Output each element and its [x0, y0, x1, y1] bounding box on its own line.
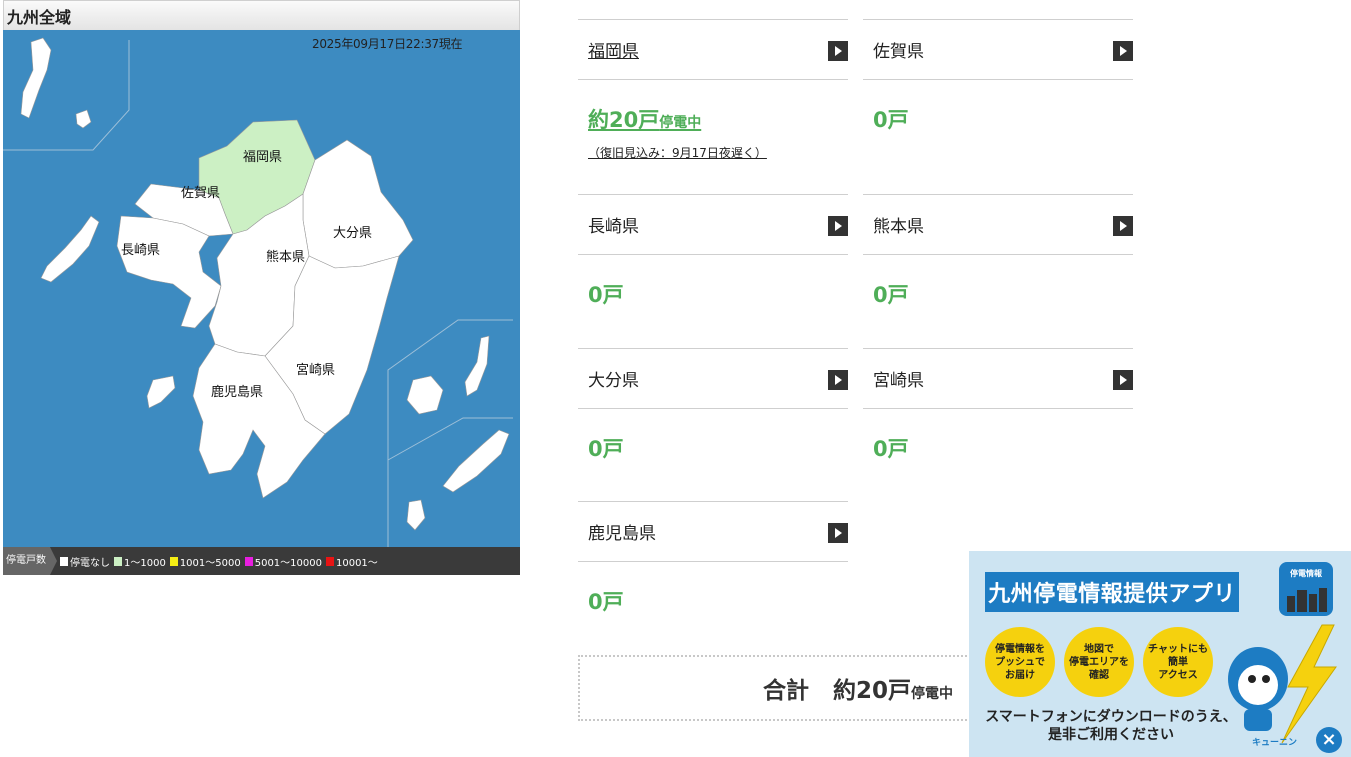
map-label-saga[interactable]: 佐賀県 [181, 182, 220, 201]
legend-item-10001-plus: 10001～ [325, 554, 378, 569]
tanegashima-island [464, 335, 490, 397]
pref-card-header[interactable]: 宮崎県 [863, 348, 1133, 409]
map-timestamp: 2025年09月17日22:37現在 [312, 37, 463, 51]
total-label: 合計 [762, 678, 809, 704]
pref-card-header[interactable]: 大分県 [578, 348, 848, 409]
pref-name-link[interactable]: 福岡県 [588, 37, 639, 62]
outage-count: 0戸 [588, 590, 624, 614]
pref-card-nagasaki: 長崎県 0戸 [578, 194, 848, 309]
feature-map-bubble: 地図で 停電エリアを 確認 [1064, 627, 1134, 697]
pref-card-header[interactable]: 長崎県 [578, 194, 848, 255]
pref-name[interactable]: 長崎県 [588, 212, 639, 237]
outage-count: 0戸 [588, 283, 624, 307]
play-arrow-icon[interactable] [1113, 215, 1133, 236]
yakushima-island [406, 375, 444, 415]
pref-card-fukuoka: 福岡県 約20戸停電中 （復旧見込み：9月17日夜遅く） [578, 19, 848, 161]
feature-chat-bubble: チャットにも 簡単 アクセス [1143, 627, 1213, 697]
goto-islands [40, 215, 100, 283]
pref-card-header[interactable]: 熊本県 [863, 194, 1133, 255]
legend-item-5001-10000: 5001～10000 [244, 554, 322, 569]
tokunoshima-island [406, 499, 426, 531]
pref-name[interactable]: 佐賀県 [873, 37, 924, 62]
kyushu-map[interactable]: 2025年09月17日22:37現在 福岡県 佐賀県 長崎県 熊本県 大分県 宮… [3, 30, 520, 547]
amami-island [442, 429, 510, 493]
outage-count: 0戸 [873, 108, 909, 132]
outage-count-link[interactable]: 約20戸停電中 [588, 104, 701, 134]
outage-count: 0戸 [873, 283, 909, 307]
legend-item-1001-5000: 1001～5000 [169, 554, 241, 569]
pref-card-header[interactable]: 鹿児島県 [578, 501, 848, 562]
banner-message: スマートフォンにダウンロードのうえ、 是非ご利用ください [985, 709, 1237, 743]
pref-card-oita: 大分県 0戸 [578, 348, 848, 463]
legend-title: 停電戸数 [3, 547, 57, 575]
pref-name[interactable]: 鹿児島県 [588, 519, 656, 544]
play-arrow-icon[interactable] [828, 215, 848, 236]
recovery-estimate-link[interactable]: （復旧見込み：9月17日夜遅く） [588, 144, 838, 161]
total-count: 約20戸 [833, 678, 912, 704]
city-skyline-icon [1287, 588, 1327, 612]
banner-title: 九州停電情報提供アプリ [985, 572, 1239, 612]
feature-push-bubble: 停電情報を プッシュで お届け [985, 627, 1055, 697]
pref-card-miyazaki: 宮崎県 0戸 [863, 348, 1133, 463]
outage-map-panel: 九州全域 2025年09月17日22:37現在 福岡県 佐賀県 長崎県 熊本県 … [3, 0, 520, 575]
play-arrow-icon[interactable] [828, 40, 848, 61]
koshiki-islands [146, 375, 176, 409]
map-label-oita[interactable]: 大分県 [333, 222, 372, 241]
map-label-kagoshima[interactable]: 鹿児島県 [211, 381, 263, 400]
pref-name[interactable]: 熊本県 [873, 212, 924, 237]
map-legend: 停電戸数 停電なし 1～1000 1001～5000 5001～10000 10… [3, 547, 520, 575]
outage-count: 約20戸 [588, 108, 660, 132]
pref-card-header[interactable]: 福岡県 [578, 19, 848, 80]
mascot-name: キューニン [1252, 738, 1298, 748]
map-region-title: 九州全域 [3, 0, 520, 30]
play-arrow-icon[interactable] [828, 369, 848, 390]
map-graphic [3, 37, 513, 547]
play-arrow-icon[interactable] [828, 522, 848, 543]
play-arrow-icon[interactable] [1113, 369, 1133, 390]
map-label-kumamoto[interactable]: 熊本県 [266, 246, 305, 265]
pref-card-kagoshima: 鹿児島県 0戸 [578, 501, 848, 616]
legend-item-none: 停電なし [60, 554, 110, 569]
pref-name[interactable]: 宮崎県 [873, 366, 924, 391]
map-label-fukuoka[interactable]: 福岡県 [243, 146, 282, 165]
pref-card-saga: 佐賀県 0戸 [863, 19, 1133, 134]
app-icon: 停電情報 [1279, 562, 1333, 616]
map-label-nagasaki[interactable]: 長崎県 [121, 239, 160, 258]
tsushima-island [20, 37, 52, 119]
total-text: 合計 約20戸停電中 [763, 671, 953, 705]
total-status: 停電中 [911, 686, 954, 702]
iki-island [75, 109, 92, 129]
app-promo-banner[interactable]: 九州停電情報提供アプリ 停電情報 停電情報を プッシュで お届け 地図で 停電エ… [969, 551, 1351, 757]
outage-status: 停電中 [659, 115, 702, 131]
legend-item-1-1000: 1～1000 [114, 554, 166, 569]
pref-card-kumamoto: 熊本県 0戸 [863, 194, 1133, 309]
outage-count: 0戸 [873, 437, 909, 461]
pref-name[interactable]: 大分県 [588, 366, 639, 391]
oita-region [302, 139, 414, 269]
close-icon[interactable]: × [1316, 727, 1342, 753]
pref-card-header[interactable]: 佐賀県 [863, 19, 1133, 80]
map-label-miyazaki[interactable]: 宮崎県 [296, 359, 335, 378]
outage-count: 0戸 [588, 437, 624, 461]
play-arrow-icon[interactable] [1113, 40, 1133, 61]
